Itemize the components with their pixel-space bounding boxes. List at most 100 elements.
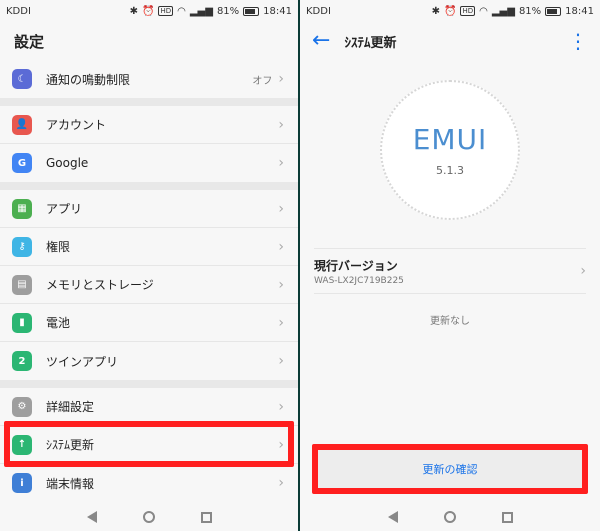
twin-app-icon: 2: [12, 351, 32, 371]
settings-item-label: アカウント: [46, 118, 107, 132]
settings-item[interactable]: 👤 アカウント ›: [0, 106, 298, 144]
battery-icon: ▮: [12, 312, 32, 333]
settings-item[interactable]: ⚙ 詳細設定 ›: [0, 388, 298, 426]
signal-icon: ▂▄▆: [189, 5, 213, 17]
chevron-right-icon: ›: [278, 398, 284, 415]
wifi-icon: ◠: [177, 5, 186, 17]
chevron-right-icon: ›: [278, 71, 284, 87]
settings-item[interactable]: ▮ 電池 ›: [0, 304, 298, 342]
more-options-icon[interactable]: ⋮: [568, 29, 588, 53]
chevron-right-icon: ›: [278, 353, 284, 369]
settings-item-label: 端末情報: [46, 476, 95, 491]
settings-item[interactable]: ☾ 通知の鳴動制限 オフ ›: [0, 60, 298, 98]
user-icon: 👤: [12, 114, 32, 135]
nav-bar-right: [300, 503, 600, 531]
chevron-right-icon: ›: [278, 116, 284, 133]
system-update-icon: ↑: [12, 434, 32, 455]
current-version-text: 現行バージョン WAS-LX2JC719B225: [314, 257, 580, 286]
settings-item-label: 電池: [46, 316, 71, 330]
settings-section: 👤 アカウント › G Google ›: [0, 106, 298, 182]
settings-item[interactable]: ⚷ 権限 ›: [0, 228, 298, 266]
google-icon: G: [12, 153, 32, 173]
settings-item-label: 権限: [46, 240, 71, 254]
settings-list: ☾ 通知の鳴動制限 オフ › 👤 アカウント › G Google › ▦ アプリ › ⚷ 権限 › ▤ メモリと…: [0, 60, 298, 502]
settings-section: ▦ アプリ › ⚷ 権限 › ▤ メモリとストレージ › ▮ 電池 › 2 ツインアプリ ›: [0, 190, 298, 380]
back-arrow-icon[interactable]: ←: [312, 30, 330, 52]
nav-bar: [0, 503, 298, 531]
system-update-screen: KDDI ✱ ⏰ HD ◠ ▂▄▆ 81% 18:41 ← ｼｽﾃﾑ更新 ⋮ E…: [300, 0, 600, 531]
status-icons-right: ✱ ⏰ HD ◠ ▂▄▆ 81% 18:41: [432, 6, 594, 17]
chevron-right-icon: ›: [278, 475, 284, 491]
key-icon: ⚷: [12, 236, 32, 257]
settings-screen: KDDI ✱ ⏰ HD ◠ ▂▄▆ 81% 18:41 設定 ☾ 通知の鳴動制限 オ…: [0, 0, 298, 531]
chevron-right-icon: ›: [278, 314, 284, 331]
page-title: 設定: [14, 32, 45, 51]
alarm-icon: ⏰: [444, 5, 457, 17]
status-icons: ✱ ⏰ HD ◠ ▂▄▆ 81% 18:41: [130, 6, 292, 17]
gear-icon: ⚙: [12, 396, 32, 417]
wifi-icon: ◠: [479, 5, 488, 17]
section-gap: [0, 380, 298, 388]
chevron-right-icon: ›: [278, 238, 284, 255]
settings-header: 設定: [0, 22, 298, 60]
current-version-title: 現行バージョン: [314, 258, 398, 273]
chevron-right-icon: ›: [278, 276, 284, 293]
settings-item[interactable]: i 端末情報 ›: [0, 464, 298, 502]
settings-section: ☾ 通知の鳴動制限 オフ ›: [0, 60, 298, 98]
info-icon: i: [12, 473, 32, 493]
status-bar-right: KDDI ✱ ⏰ HD ◠ ▂▄▆ 81% 18:41: [300, 0, 600, 22]
settings-item-label: Google: [46, 156, 89, 170]
hd-icon: HD: [158, 6, 174, 16]
version-number: 5.1.3: [436, 164, 464, 177]
screenshot-composite: KDDI ✱ ⏰ HD ◠ ▂▄▆ 81% 18:41 設定 ☾ 通知の鳴動制限 オ…: [0, 0, 600, 531]
settings-item[interactable]: ▤ メモリとストレージ ›: [0, 266, 298, 304]
settings-item[interactable]: ↑ ｼｽﾃﾑ更新 ›: [0, 426, 298, 464]
settings-item-label: ｼｽﾃﾑ更新: [46, 438, 95, 452]
settings-item-label: アプリ: [46, 202, 83, 216]
battery-percent: 81%: [518, 5, 542, 17]
back-nav-icon[interactable]: [387, 511, 398, 523]
signal-icon: ▂▄▆: [491, 5, 515, 17]
moon-icon: ☾: [12, 69, 32, 89]
settings-item-label: メモリとストレージ: [46, 278, 154, 292]
current-build-number: WAS-LX2JC719B225: [314, 275, 404, 286]
section-gap: [0, 182, 298, 190]
status-bar: KDDI ✱ ⏰ HD ◠ ▂▄▆ 81% 18:41: [0, 0, 298, 22]
home-nav-icon[interactable]: [142, 511, 155, 523]
check-update-button[interactable]: 更新の確認: [318, 447, 582, 491]
settings-item[interactable]: ▦ アプリ ›: [0, 190, 298, 228]
update-header: ← ｼｽﾃﾑ更新 ⋮: [300, 22, 600, 60]
home-nav-icon[interactable]: [443, 511, 456, 523]
settings-section: ⚙ 詳細設定 › ↑ ｼｽﾃﾑ更新 › i 端末情報 ›: [0, 388, 298, 502]
carrier: KDDI: [306, 5, 331, 17]
back-nav-icon[interactable]: [86, 511, 97, 523]
recent-nav-icon[interactable]: [200, 511, 212, 523]
settings-item[interactable]: G Google ›: [0, 144, 298, 182]
settings-item-label: 詳細設定: [46, 400, 95, 414]
emui-logo: EMUI: [412, 123, 488, 156]
storage-icon: ▤: [12, 274, 32, 295]
no-update-text: 更新なし: [430, 316, 470, 327]
section-gap: [0, 98, 298, 106]
settings-item-label: 通知の鳴動制限: [46, 72, 131, 87]
chevron-right-icon: ›: [278, 200, 284, 217]
clock: 18:41: [565, 5, 594, 17]
bluetooth-icon: ✱: [431, 5, 441, 17]
chevron-right-icon: ›: [278, 436, 284, 453]
chevron-right-icon: ›: [278, 155, 284, 171]
clock: 18:41: [263, 5, 292, 17]
chevron-right-icon: ›: [580, 263, 586, 279]
battery-status-icon: [545, 6, 562, 16]
version-dial: EMUI 5.1.3: [380, 80, 520, 220]
current-version-row[interactable]: 現行バージョン WAS-LX2JC719B225 ›: [314, 248, 586, 294]
recent-nav-icon[interactable]: [501, 511, 513, 523]
battery-status-icon: [243, 6, 260, 16]
page-title: ｼｽﾃﾑ更新: [344, 35, 397, 51]
hd-icon: HD: [460, 6, 476, 16]
settings-item-value: オフ: [252, 75, 273, 87]
carrier: KDDI: [6, 5, 31, 17]
battery-percent: 81%: [216, 5, 240, 17]
settings-item[interactable]: 2 ツインアプリ ›: [0, 342, 298, 380]
apps-icon: ▦: [12, 198, 32, 219]
alarm-icon: ⏰: [142, 5, 155, 17]
